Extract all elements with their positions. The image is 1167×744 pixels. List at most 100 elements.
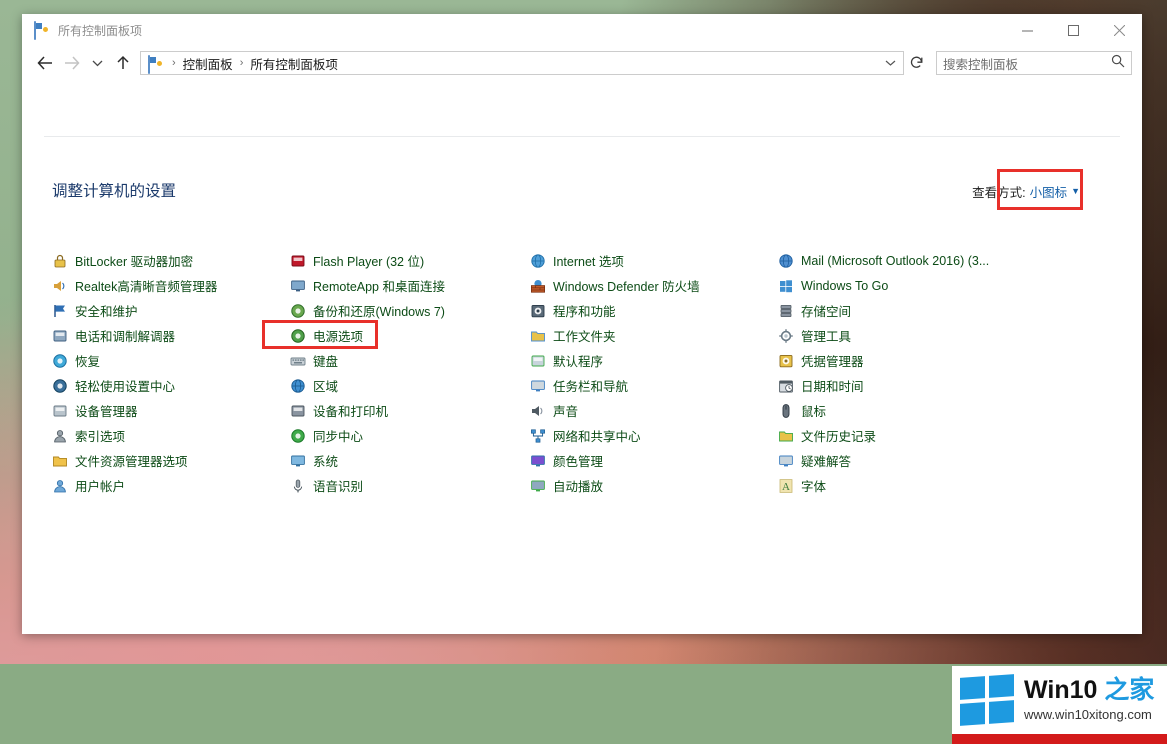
control-panel-item[interactable]: 自动播放 (530, 473, 778, 498)
item-label[interactable]: 电源选项 (313, 326, 363, 345)
control-panel-item[interactable]: 管理工具 (778, 323, 1028, 348)
item-label[interactable]: 电话和调制解调器 (75, 326, 175, 345)
control-panel-item[interactable]: A 字体 (778, 473, 1028, 498)
item-label[interactable]: Flash Player (32 位) (313, 251, 424, 270)
control-panel-item[interactable]: 键盘 (290, 348, 530, 373)
control-panel-item[interactable]: 日期和时间 (778, 373, 1028, 398)
control-panel-item[interactable]: 备份和还原(Windows 7) (290, 298, 530, 323)
item-label[interactable]: 声音 (553, 401, 578, 420)
control-panel-item[interactable]: Windows Defender 防火墙 (530, 273, 778, 298)
item-label[interactable]: Mail (Microsoft Outlook 2016) (3... (801, 254, 989, 268)
control-panel-item[interactable]: Realtek高清晰音频管理器 (52, 273, 290, 298)
control-panel-item[interactable]: 电源选项 (290, 323, 530, 348)
control-panel-item[interactable]: 语音识别 (290, 473, 530, 498)
search-icon[interactable] (1111, 54, 1125, 73)
control-panel-item[interactable]: 文件资源管理器选项 (52, 448, 290, 473)
control-panel-items-grid: BitLocker 驱动器加密 Flash Player (32 位) Intern… (52, 248, 1072, 498)
item-label[interactable]: 网络和共享中心 (553, 426, 641, 445)
refresh-button[interactable] (906, 51, 928, 75)
item-label[interactable]: 语音识别 (313, 476, 363, 495)
control-panel-item[interactable]: 凭据管理器 (778, 348, 1028, 373)
control-panel-item[interactable]: 颜色管理 (530, 448, 778, 473)
control-panel-item[interactable]: Internet 选项 (530, 248, 778, 273)
control-panel-item[interactable]: Windows To Go (778, 273, 1028, 298)
item-label[interactable]: 自动播放 (553, 476, 603, 495)
item-label[interactable]: 任务栏和导航 (553, 376, 628, 395)
item-label[interactable]: 轻松使用设置中心 (75, 376, 175, 395)
search-box[interactable]: 搜索控制面板 (936, 51, 1132, 75)
control-panel-item[interactable]: RemoteApp 和桌面连接 (290, 273, 530, 298)
search-input[interactable]: 搜索控制面板 (943, 54, 1111, 73)
view-by-dropdown[interactable]: 小图标 (1030, 182, 1068, 201)
back-button[interactable] (32, 50, 58, 76)
item-label[interactable]: 凭据管理器 (801, 351, 864, 370)
breadcrumb-item-control-panel[interactable]: 控制面板 (180, 54, 236, 73)
item-label[interactable]: Windows Defender 防火墙 (553, 276, 700, 295)
item-label[interactable]: 日期和时间 (801, 376, 864, 395)
up-button[interactable] (110, 50, 136, 76)
item-label[interactable]: 恢复 (75, 351, 100, 370)
item-label[interactable]: 键盘 (313, 351, 338, 370)
control-panel-item[interactable]: 恢复 (52, 348, 290, 373)
control-panel-item[interactable]: BitLocker 驱动器加密 (52, 248, 290, 273)
control-panel-item[interactable]: 任务栏和导航 (530, 373, 778, 398)
chevron-down-icon[interactable]: ▼ (1071, 187, 1080, 196)
item-label[interactable]: Realtek高清晰音频管理器 (75, 276, 217, 295)
item-label[interactable]: 字体 (801, 476, 826, 495)
control-panel-item[interactable]: 声音 (530, 398, 778, 423)
item-label[interactable]: 用户帐户 (75, 476, 125, 495)
item-label[interactable]: Windows To Go (801, 279, 888, 293)
item-label[interactable]: RemoteApp 和桌面连接 (313, 276, 445, 295)
item-label[interactable]: 鼠标 (801, 401, 826, 420)
control-panel-item[interactable]: 疑难解答 (778, 448, 1028, 473)
control-panel-item[interactable]: 安全和维护 (52, 298, 290, 323)
control-panel-item[interactable]: 程序和功能 (530, 298, 778, 323)
maximize-button[interactable] (1050, 14, 1096, 46)
forward-button[interactable] (58, 50, 84, 76)
control-panel-item[interactable]: 默认程序 (530, 348, 778, 373)
item-label[interactable]: 设备和打印机 (313, 401, 388, 420)
control-panel-item[interactable]: 用户帐户 (52, 473, 290, 498)
breadcrumb-chevron-down-icon[interactable] (881, 59, 899, 67)
item-label[interactable]: 区域 (313, 376, 338, 395)
item-label[interactable]: 同步中心 (313, 426, 363, 445)
control-panel-item[interactable]: 同步中心 (290, 423, 530, 448)
item-label[interactable]: 设备管理器 (75, 401, 138, 420)
item-label[interactable]: 系统 (313, 451, 338, 470)
minimize-button[interactable] (1004, 14, 1050, 46)
item-label[interactable]: 默认程序 (553, 351, 603, 370)
control-panel-item[interactable]: 设备和打印机 (290, 398, 530, 423)
item-icon (290, 303, 306, 319)
close-button[interactable] (1096, 14, 1142, 46)
item-label[interactable]: 存储空间 (801, 301, 851, 320)
item-label[interactable]: 管理工具 (801, 326, 851, 345)
control-panel-item[interactable]: 轻松使用设置中心 (52, 373, 290, 398)
control-panel-item[interactable]: Mail (Microsoft Outlook 2016) (3... (778, 248, 1028, 273)
control-panel-item[interactable]: 鼠标 (778, 398, 1028, 423)
control-panel-item[interactable]: 工作文件夹 (530, 323, 778, 348)
item-label[interactable]: 文件历史记录 (801, 426, 876, 445)
item-label[interactable]: BitLocker 驱动器加密 (75, 251, 193, 270)
item-label[interactable]: 安全和维护 (75, 301, 138, 320)
breadcrumb[interactable]: › 控制面板 › 所有控制面板项 (140, 51, 904, 75)
control-panel-item[interactable]: 区域 (290, 373, 530, 398)
item-label[interactable]: 索引选项 (75, 426, 125, 445)
recent-locations-button[interactable] (84, 50, 110, 76)
control-panel-item[interactable]: 设备管理器 (52, 398, 290, 423)
item-icon (290, 378, 306, 394)
breadcrumb-item-all-items[interactable]: 所有控制面板项 (247, 54, 341, 73)
item-label[interactable]: Internet 选项 (553, 251, 624, 270)
item-label[interactable]: 备份和还原(Windows 7) (313, 301, 445, 320)
item-label[interactable]: 工作文件夹 (553, 326, 616, 345)
control-panel-item[interactable]: 电话和调制解调器 (52, 323, 290, 348)
item-label[interactable]: 文件资源管理器选项 (75, 451, 188, 470)
control-panel-item[interactable]: 网络和共享中心 (530, 423, 778, 448)
item-label[interactable]: 颜色管理 (553, 451, 603, 470)
item-label[interactable]: 疑难解答 (801, 451, 851, 470)
control-panel-item[interactable]: 索引选项 (52, 423, 290, 448)
control-panel-item[interactable]: 文件历史记录 (778, 423, 1028, 448)
control-panel-item[interactable]: 系统 (290, 448, 530, 473)
item-label[interactable]: 程序和功能 (553, 301, 616, 320)
control-panel-item[interactable]: Flash Player (32 位) (290, 248, 530, 273)
control-panel-item[interactable]: 存储空间 (778, 298, 1028, 323)
